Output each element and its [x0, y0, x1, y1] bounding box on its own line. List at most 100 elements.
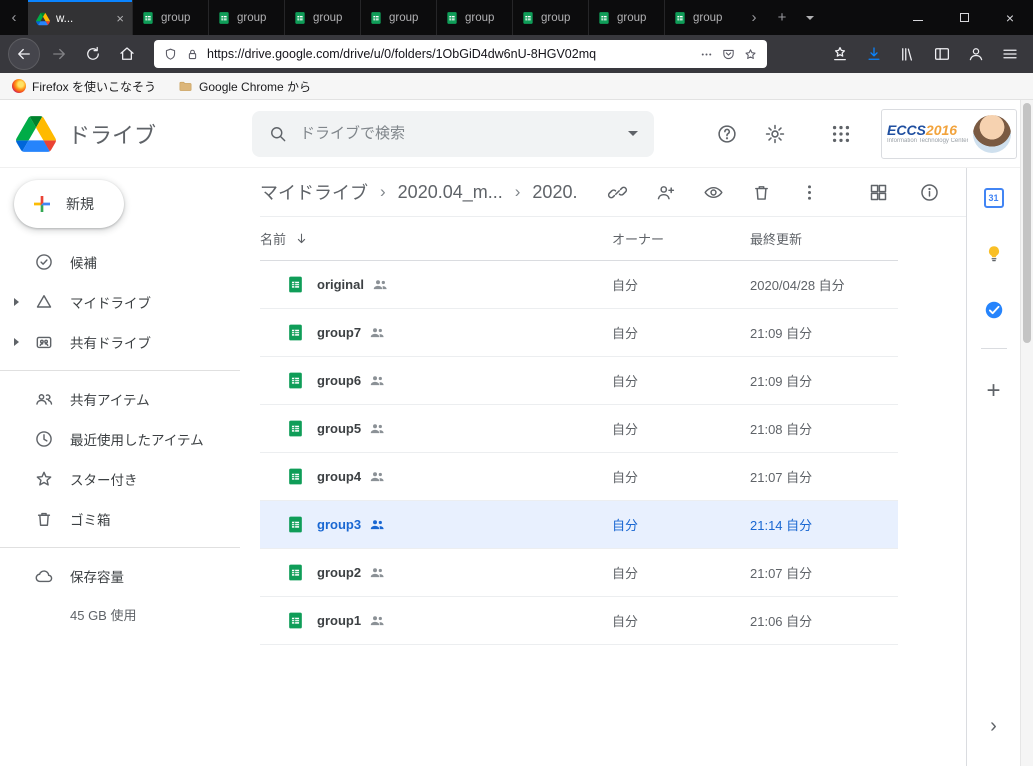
expand-caret-icon[interactable] — [14, 298, 19, 306]
column-header-modified[interactable]: 最終更新 — [750, 229, 898, 248]
file-row-group3-selected[interactable]: group3 自分 21:14 自分 — [260, 501, 898, 549]
file-name-cell: group1 — [260, 610, 612, 631]
downloads-button[interactable] — [859, 39, 889, 69]
search-input[interactable] — [300, 125, 616, 142]
window-close-button[interactable]: × — [987, 0, 1033, 35]
lock-icon — [185, 47, 200, 62]
file-name-cell: group7 — [260, 322, 612, 343]
breadcrumb-my-drive[interactable]: マイドライブ — [260, 179, 368, 205]
forward-arrow-icon — [50, 45, 68, 63]
tab-title: group — [693, 12, 732, 24]
file-row-group6[interactable]: group6 自分 21:09 自分 — [260, 357, 898, 405]
sidebar-item-priority[interactable]: 候補 — [0, 242, 240, 282]
window-minimize-button[interactable] — [895, 0, 941, 35]
library-button[interactable] — [893, 39, 923, 69]
forward-button[interactable] — [44, 39, 74, 69]
new-button[interactable]: 新規 — [14, 180, 124, 228]
calendar-button[interactable]: 31 — [974, 178, 1014, 218]
menu-button[interactable] — [995, 39, 1025, 69]
file-row-group5[interactable]: group5 自分 21:08 自分 — [260, 405, 898, 453]
tab-list-dropdown-button[interactable] — [796, 0, 824, 35]
sidebar-item-shared-with-me[interactable]: 共有アイテム — [0, 379, 240, 419]
chevron-down-icon — [806, 16, 814, 20]
breadcrumb-chevron-icon: › — [515, 182, 521, 202]
sidebars-button[interactable] — [927, 39, 957, 69]
bookmark-star-icon[interactable] — [743, 47, 758, 62]
account-card[interactable]: ECCS2016 Information Technology Center — [881, 109, 1017, 159]
file-row-group4[interactable]: group4 自分 21:07 自分 — [260, 453, 898, 501]
file-modified: 21:09 自分 — [750, 371, 898, 390]
drive-sidebar: 新規 候補 マイドライブ 共有ドライブ — [0, 168, 240, 766]
breadcrumb: マイドライブ › 2020.04_m... › 2020. — [260, 179, 577, 205]
tab-group-2[interactable]: group — [208, 0, 284, 35]
window-maximize-button[interactable] — [941, 0, 987, 35]
sidebar-item-my-drive[interactable]: マイドライブ — [0, 282, 240, 322]
file-row-original[interactable]: original 自分 2020/04/28 自分 — [260, 261, 898, 309]
add-addon-button[interactable]: + — [974, 371, 1014, 411]
sidebar-item-trash[interactable]: ゴミ箱 — [0, 499, 240, 539]
search-icon[interactable] — [268, 124, 288, 144]
drive-logo-link[interactable]: ドライブ — [16, 116, 252, 152]
file-name-cell: group3 — [260, 514, 612, 535]
help-button[interactable] — [707, 114, 747, 154]
page-scrollbar[interactable] — [1020, 100, 1033, 766]
scroll-tabs-left-button[interactable]: ‹ — [0, 0, 28, 35]
settings-button[interactable] — [755, 114, 795, 154]
tab-group-8[interactable]: group — [664, 0, 740, 35]
scroll-tabs-right-button[interactable]: › — [740, 0, 768, 35]
file-row-group1[interactable]: group1 自分 21:06 自分 — [260, 597, 898, 645]
spreadsheet-icon — [286, 322, 305, 343]
collapse-panel-chevron-icon[interactable]: › — [990, 715, 997, 738]
tab-group-6[interactable]: group — [512, 0, 588, 35]
breadcrumb-folder-2[interactable]: 2020. — [532, 182, 577, 203]
sidebar-item-storage[interactable]: 保存容量 — [0, 556, 240, 596]
avatar[interactable] — [973, 115, 1011, 153]
file-row-group2[interactable]: group2 自分 21:07 自分 — [260, 549, 898, 597]
bookmark-folder-chrome[interactable]: Google Chrome から — [178, 78, 311, 95]
breadcrumb-folder-1[interactable]: 2020.04_m... — [398, 182, 503, 203]
info-icon[interactable] — [919, 182, 940, 203]
pocket-icon[interactable] — [721, 47, 736, 62]
new-tab-button[interactable]: + — [768, 0, 796, 35]
spreadsheet-icon — [286, 514, 305, 535]
delete-icon[interactable] — [751, 182, 772, 203]
more-actions-icon[interactable] — [799, 182, 820, 203]
google-apps-button[interactable] — [821, 114, 861, 154]
page-actions-icon[interactable] — [699, 47, 714, 62]
bookmarks-menu-button[interactable] — [825, 39, 855, 69]
bookmark-firefox-help[interactable]: Firefox を使いこなそう — [12, 78, 156, 95]
sidebar-item-recent[interactable]: 最近使用したアイテム — [0, 419, 240, 459]
grid-view-icon[interactable] — [868, 182, 889, 203]
home-button[interactable] — [112, 39, 142, 69]
file-owner: 自分 — [612, 563, 750, 582]
tab-group-7[interactable]: group — [588, 0, 664, 35]
sidebar-item-starred[interactable]: スター付き — [0, 459, 240, 499]
scrollbar-thumb[interactable] — [1023, 103, 1031, 343]
tab-close-icon[interactable]: × — [116, 12, 124, 25]
sidebar-item-shared-drives[interactable]: 共有ドライブ — [0, 322, 240, 362]
tab-group-4[interactable]: group — [360, 0, 436, 35]
back-button[interactable] — [8, 38, 40, 70]
reload-button[interactable] — [78, 39, 108, 69]
column-header-owner[interactable]: オーナー — [612, 229, 750, 248]
tab-group-1[interactable]: group — [132, 0, 208, 35]
add-person-icon[interactable] — [655, 182, 676, 203]
side-panel-divider — [981, 348, 1007, 349]
get-link-icon[interactable] — [607, 182, 628, 203]
search-options-caret-icon[interactable] — [628, 131, 638, 136]
expand-caret-icon[interactable] — [14, 338, 19, 346]
tab-drive-active[interactable]: w... × — [28, 0, 132, 35]
tab-group-5[interactable]: group — [436, 0, 512, 35]
tab-group-3[interactable]: group — [284, 0, 360, 35]
column-header-name[interactable]: 名前 — [260, 229, 612, 248]
header-icons: ECCS2016 Information Technology Center — [707, 109, 1017, 159]
account-button[interactable] — [961, 39, 991, 69]
tab-title: group — [313, 12, 352, 24]
sheets-favicon — [445, 11, 459, 25]
keep-button[interactable] — [974, 234, 1014, 274]
tasks-button[interactable] — [974, 290, 1014, 330]
preview-eye-icon[interactable] — [703, 182, 724, 203]
file-row-group7[interactable]: group7 自分 21:09 自分 — [260, 309, 898, 357]
url-bar[interactable]: https://drive.google.com/drive/u/0/folde… — [154, 40, 767, 68]
file-name: group7 — [317, 325, 361, 340]
